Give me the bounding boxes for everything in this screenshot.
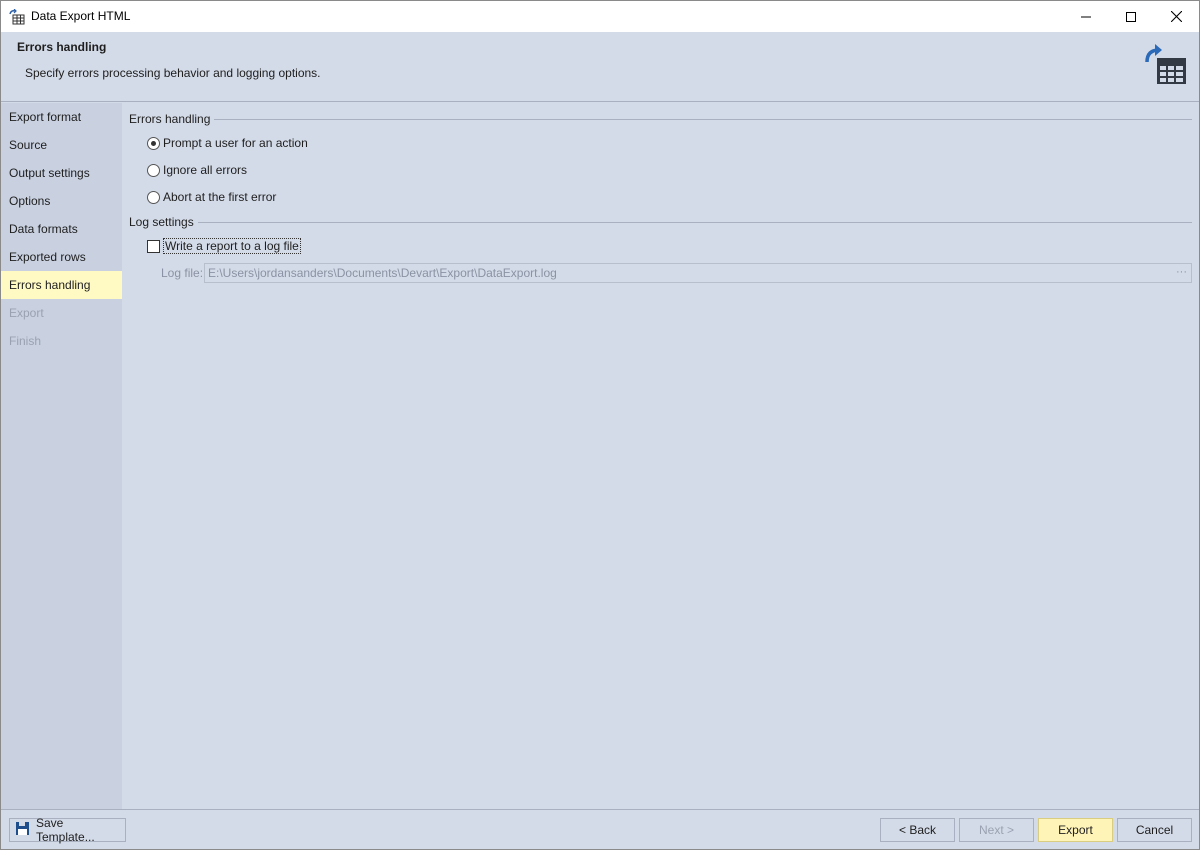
close-button[interactable] — [1153, 1, 1199, 32]
sidebar-item-data-formats[interactable]: Data formats — [1, 215, 122, 243]
write-report-checkbox[interactable] — [147, 239, 160, 253]
page-subtitle: Specify errors processing behavior and l… — [25, 66, 321, 80]
radio-label: Prompt a user for an action — [163, 136, 308, 150]
sidebar-item-export-format[interactable]: Export format — [1, 103, 122, 131]
radio-prompt-user[interactable]: Prompt a user for an action — [147, 134, 308, 152]
sidebar-item-exported-rows[interactable]: Exported rows — [1, 243, 122, 271]
close-icon — [1170, 11, 1182, 22]
wizard-footer: Save Template... < Back Next > Export Ca… — [1, 809, 1199, 849]
next-button: Next > — [959, 818, 1034, 842]
sidebar-item-output-settings[interactable]: Output settings — [1, 159, 122, 187]
log-file-field: E:\Users\jordansanders\Documents\Devart\… — [204, 263, 1192, 283]
group-divider — [208, 119, 1192, 120]
sidebar-item-errors-handling[interactable]: Errors handling — [1, 271, 122, 299]
sidebar-item-export: Export — [9, 306, 44, 320]
write-report-checkbox-row[interactable]: Write a report to a log file — [147, 237, 301, 255]
export-table-icon — [1141, 44, 1189, 88]
table-grid-icon — [9, 8, 25, 25]
sidebar-item-source[interactable]: Source — [1, 131, 122, 159]
radio-button[interactable] — [147, 190, 160, 204]
cancel-button[interactable]: Cancel — [1117, 818, 1192, 842]
wizard-header: Errors handling Specify errors processin… — [1, 32, 1199, 102]
sidebar-item-finish: Finish — [9, 334, 42, 348]
wizard-steps-sidebar: Export format Source Output settings Opt… — [1, 103, 122, 809]
page-title: Errors handling — [17, 40, 107, 54]
floppy-disk-icon — [16, 822, 29, 838]
export-button[interactable]: Export — [1038, 818, 1113, 842]
errors-handling-panel: Errors handling Prompt a user for an act… — [122, 103, 1199, 809]
log-file-label: Log file: — [161, 266, 204, 280]
data-export-window: Data Export HTML Errors handling Specify… — [0, 0, 1200, 850]
radio-label: Ignore all errors — [163, 163, 248, 177]
window-title: Data Export HTML — [31, 9, 131, 23]
log-file-path: E:\Users\jordansanders\Documents\Devart\… — [208, 266, 557, 280]
title-bar: Data Export HTML — [1, 1, 1199, 32]
radio-label: Abort at the first error — [163, 190, 277, 204]
sidebar-item-options[interactable]: Options — [1, 187, 122, 215]
back-button[interactable]: < Back — [880, 818, 955, 842]
save-template-button[interactable]: Save Template... — [9, 816, 126, 844]
radio-button[interactable] — [147, 163, 160, 177]
maximize-button[interactable] — [1108, 1, 1154, 32]
minimize-button[interactable] — [1063, 1, 1109, 32]
group-divider — [192, 222, 1192, 223]
errors-handling-group-label: Errors handling — [129, 112, 215, 126]
radio-ignore-errors[interactable]: Ignore all errors — [147, 161, 247, 179]
write-report-label: Write a report to a log file — [163, 238, 301, 254]
log-settings-group-label: Log settings — [129, 215, 198, 229]
radio-abort-first-error[interactable]: Abort at the first error — [147, 188, 276, 206]
browse-button: ··· — [1176, 266, 1187, 278]
radio-button[interactable] — [147, 136, 160, 150]
maximize-icon — [1126, 11, 1136, 22]
save-template-label: Save Template... — [36, 816, 95, 844]
minimize-icon — [1081, 16, 1091, 17]
